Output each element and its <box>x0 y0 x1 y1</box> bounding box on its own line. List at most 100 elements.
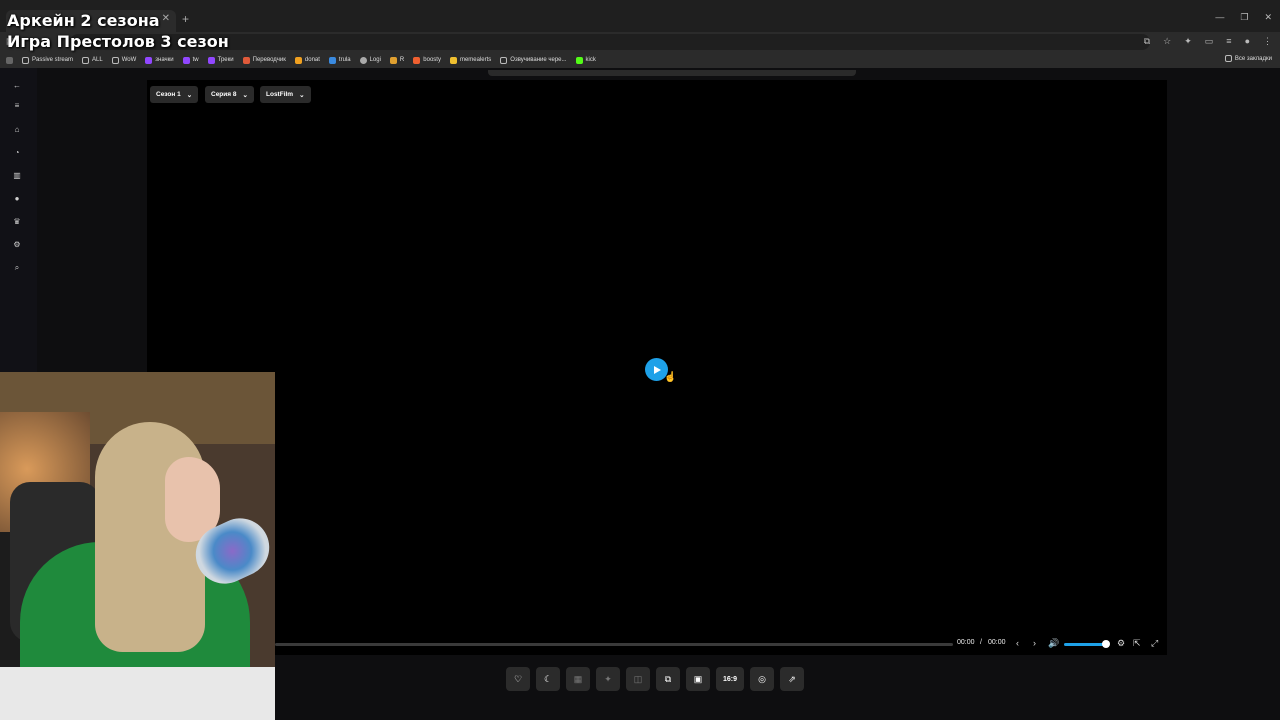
focus-icon: ◎ <box>758 673 766 684</box>
bookmark-item[interactable]: ALL <box>82 56 103 64</box>
time-total: 00:00 <box>988 639 1006 646</box>
circle-icon[interactable]: ● <box>12 194 22 204</box>
app-icon <box>294 56 302 64</box>
volume-icon[interactable]: 🔊 <box>1048 638 1059 649</box>
sparkle-button[interactable]: ✦ <box>596 667 620 691</box>
app-icon <box>207 56 215 64</box>
home-icon[interactable]: ⌂ <box>12 125 22 135</box>
play-icon <box>653 365 661 374</box>
bookmark-item[interactable]: Треки <box>207 56 234 64</box>
close-tab-icon[interactable]: ✕ <box>162 13 170 24</box>
search-icon[interactable]: ⌕ <box>12 263 22 273</box>
bookmark-item[interactable]: memealerts <box>449 56 491 64</box>
extensions-icon[interactable]: ✦ <box>1184 36 1192 47</box>
episode-dropdown[interactable]: Серия 8 ⌄ <box>205 86 254 103</box>
external-link-icon: ⇗ <box>788 673 796 684</box>
browser-titlebar: ✕ + — ❐ ✕ <box>0 0 1280 32</box>
resize-button[interactable]: ⧉ <box>656 667 680 691</box>
moon-icon: ☾ <box>543 673 553 684</box>
fullscreen-icon[interactable]: ⤢ <box>1151 638 1158 649</box>
back-arrow-icon[interactable]: ← <box>12 81 22 91</box>
bookmark-item[interactable]: значки <box>145 56 174 64</box>
voice-dropdown[interactable]: LostFilm ⌄ <box>260 86 311 103</box>
plus-icon[interactable]: + <box>182 12 189 26</box>
gear-icon[interactable]: ⚙ <box>12 240 22 250</box>
menu-icon[interactable]: ⋮ <box>1263 36 1272 47</box>
season-dropdown[interactable]: Сезон 1 ⌄ <box>150 86 199 103</box>
pip-button[interactable]: ▣ <box>686 667 710 691</box>
bookmark-item[interactable]: boosty <box>413 56 441 64</box>
trophy-icon[interactable]: ♛ <box>12 217 22 227</box>
url-field[interactable] <box>70 34 1150 50</box>
external-link-button[interactable]: ⇗ <box>780 667 804 691</box>
grid-button[interactable]: ▦ <box>566 667 590 691</box>
webcam-desk <box>0 667 275 720</box>
webcam-overlay <box>0 372 275 720</box>
bookmark-item[interactable]: Passive stream <box>22 56 73 64</box>
star-icon[interactable]: ☆ <box>1163 36 1171 47</box>
volume-slider[interactable] <box>1064 643 1106 646</box>
install-icon[interactable]: ⧉ <box>1144 36 1150 47</box>
close-window-icon[interactable]: ✕ <box>1264 12 1272 23</box>
bookmark-item[interactable]: kick <box>575 56 596 64</box>
settings-icon[interactable]: ⚙ <box>1117 638 1125 649</box>
app-icon <box>182 56 190 64</box>
bookmarks-bar: Passive stream ALL WoW значки tw Треки П… <box>0 52 1280 68</box>
page-scroll-tab <box>488 70 856 76</box>
app-icon <box>449 56 457 64</box>
bookmark-item[interactable]: donat <box>294 56 320 64</box>
bookmark-item[interactable]: Озвучивание чере... <box>500 56 567 64</box>
sparkle-icon: ✦ <box>604 673 612 684</box>
app-icon <box>145 56 153 64</box>
overlay-title-2: Игра Престолов 3 сезон <box>7 32 229 51</box>
split-icon: ◫ <box>633 673 643 684</box>
bookmark-item[interactable]: trula <box>328 56 351 64</box>
bookmark-item[interactable]: Переводчик <box>242 56 286 64</box>
mouse-cursor-icon: ☝ <box>664 372 677 383</box>
split-button[interactable]: ◫ <box>626 667 650 691</box>
chevron-down-icon: ⌄ <box>299 91 305 99</box>
bookmark-item[interactable]: WoW <box>111 56 136 64</box>
folder-icon <box>22 56 29 64</box>
app-icon <box>242 56 250 64</box>
previous-icon[interactable]: ‹ <box>1016 638 1019 648</box>
aspect-ratio-button[interactable]: 16:9 <box>716 667 744 691</box>
resize-icon: ⧉ <box>664 673 672 684</box>
app-icon <box>389 56 397 64</box>
overlay-title-1: Аркейн 2 сезона <box>7 11 160 30</box>
window-controls: — ❐ ✕ <box>1215 12 1272 23</box>
history-icon[interactable]: ◔ <box>12 148 22 158</box>
favorite-button[interactable]: ♡ <box>506 667 530 691</box>
time-separator: / <box>980 639 982 646</box>
book-icon[interactable]: ▥ <box>12 171 22 181</box>
focus-button[interactable]: ◎ <box>750 667 774 691</box>
volume-knob[interactable] <box>1102 640 1110 648</box>
picture-in-picture-icon: ▣ <box>693 673 703 684</box>
heart-icon: ♡ <box>513 673 523 684</box>
player-bottom-toolbar: ♡ ☾ ▦ ✦ ◫ ⧉ ▣ 16:9 ◎ ⇗ <box>506 667 804 691</box>
app-icon <box>359 56 367 64</box>
bookmark-item[interactable]: Logi <box>359 56 381 64</box>
bookmark-item[interactable]: R <box>389 56 404 64</box>
chevron-down-icon: ⌄ <box>242 91 248 99</box>
time-current: 00:00 <box>957 639 975 646</box>
chevron-down-icon: ⌄ <box>186 91 193 99</box>
profile-avatar[interactable]: ● <box>1245 36 1250 47</box>
apps-icon[interactable] <box>6 56 13 64</box>
dark-mode-button[interactable]: ☾ <box>536 667 560 691</box>
folder-icon <box>1224 55 1232 62</box>
grid-icon: ▦ <box>573 673 583 684</box>
restore-icon[interactable]: ❐ <box>1240 12 1248 23</box>
media-icon[interactable]: ≡ <box>1226 36 1231 47</box>
menu-icon[interactable]: ≡ <box>12 101 22 111</box>
bookmark-item[interactable]: tw <box>182 56 199 64</box>
minimize-icon[interactable]: — <box>1215 12 1224 23</box>
progress-bar[interactable] <box>275 643 953 646</box>
cast-icon[interactable]: ▭ <box>1205 36 1214 47</box>
all-bookmarks[interactable]: Все закладки <box>1224 55 1272 62</box>
popout-icon[interactable]: ⇱ <box>1133 638 1141 649</box>
app-icon <box>575 56 583 64</box>
page-icon <box>500 56 508 64</box>
next-icon[interactable]: › <box>1033 638 1036 648</box>
folder-icon <box>111 56 119 64</box>
